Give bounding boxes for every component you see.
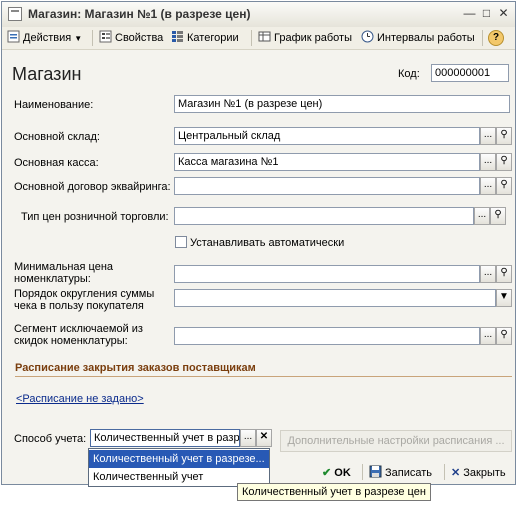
accounting-select-button[interactable]: ... [240, 429, 256, 447]
search-icon[interactable]: ⚲ [496, 265, 512, 283]
window-title: Магазин: Магазин №1 (в разрезе цен) [28, 7, 251, 21]
check-icon: ✔ [322, 467, 332, 479]
code-field[interactable]: 000000001 [431, 64, 509, 82]
search-icon[interactable]: ⚲ [496, 153, 512, 171]
properties-button[interactable]: Свойства [99, 30, 163, 46]
warehouse-select-button[interactable]: ... [480, 127, 496, 145]
intervals-label: Интервалы работы [377, 32, 475, 44]
page-title: Магазин [12, 64, 82, 84]
warehouse-field[interactable]: Центральный склад [174, 127, 480, 145]
acquiring-label: Основной договор эквайринга: [14, 181, 171, 193]
cashbox-field[interactable]: Касса магазина №1 [174, 153, 480, 171]
schedule-label: График работы [274, 32, 352, 44]
close-window-button[interactable]: ✕ [496, 7, 511, 21]
save-button[interactable]: Записать [369, 464, 432, 482]
toolbar-separator [251, 30, 252, 46]
actions-menu[interactable]: Действия ▼ [7, 30, 82, 46]
acquiring-field[interactable] [174, 177, 480, 195]
close-icon: ✕ [451, 467, 461, 479]
help-icon[interactable]: ? [488, 30, 504, 46]
search-icon[interactable]: ⚲ [490, 207, 506, 225]
table-icon [258, 31, 271, 42]
auto-set-checkbox[interactable] [175, 236, 187, 248]
properties-icon [99, 30, 112, 43]
warehouse-label: Основной склад: [14, 131, 100, 143]
rounding-label: Порядок округления суммы [14, 288, 155, 300]
segment-label-line2: скидок номенклатуры: [14, 335, 128, 347]
schedule-button[interactable]: График работы [258, 30, 352, 46]
bottom-separator [362, 464, 363, 480]
accounting-label: Способ учета: [14, 433, 87, 445]
acquiring-select-button[interactable]: ... [480, 177, 496, 195]
auto-set-label: Устанавливать автоматически [190, 237, 345, 249]
code-label: Код: [398, 68, 420, 80]
min-price-label: Минимальная цена [14, 261, 114, 273]
cashbox-select-button[interactable]: ... [480, 153, 496, 171]
min-price-select-button[interactable]: ... [480, 265, 496, 283]
save-icon [369, 465, 382, 478]
clock-icon [361, 30, 374, 43]
categories-icon [172, 31, 183, 42]
chevron-down-icon: ▼ [74, 34, 83, 43]
segment-field[interactable] [174, 327, 480, 345]
price-type-label: Тип цен розничной торговли: [21, 211, 169, 223]
segment-select-button[interactable]: ... [480, 327, 496, 345]
close-button[interactable]: ✕ Закрыть [451, 464, 506, 482]
close-label: Закрыть [463, 467, 506, 479]
schedule-link[interactable]: <Расписание не задано> [16, 393, 144, 405]
price-type-field[interactable] [174, 207, 474, 225]
form-icon [8, 7, 22, 21]
rounding-label-line2: чека в пользу покупателя [14, 300, 144, 312]
clear-icon[interactable]: ✕ [256, 429, 272, 447]
categories-label: Категории [187, 32, 239, 44]
toolbar-separator [92, 30, 93, 46]
maximize-button[interactable]: □ [479, 7, 494, 21]
chevron-down-icon[interactable]: ▼ [496, 289, 512, 307]
search-icon[interactable]: ⚲ [496, 127, 512, 145]
cashbox-label: Основная касса: [14, 157, 99, 169]
name-label: Наименование: [14, 99, 94, 111]
extra-settings-button[interactable]: Дополнительные настройки расписания ... [280, 430, 512, 452]
dropdown-option-selected[interactable]: Количественный учет в разрезе... [89, 450, 269, 468]
section-divider [15, 376, 512, 377]
toolbar-separator [482, 30, 483, 46]
rounding-select[interactable] [174, 289, 496, 307]
intervals-button[interactable]: Интервалы работы [361, 30, 475, 46]
store-form-window: Магазин: Магазин №1 (в разрезе цен) — □ … [1, 1, 516, 485]
min-price-label-line2: номенклатуры: [14, 273, 91, 285]
price-type-select-button[interactable]: ... [474, 207, 490, 225]
segment-label: Сегмент исключаемой из [14, 323, 143, 335]
actions-icon [7, 30, 20, 43]
title-bar[interactable]: Магазин: Магазин №1 (в разрезе цен) — □ … [2, 2, 515, 28]
toolbar: Действия ▼ Свойства Категории График раб… [2, 27, 515, 50]
actions-label: Действия [23, 32, 72, 44]
save-label: Записать [385, 467, 433, 479]
ok-label: OK [334, 467, 351, 479]
min-price-field[interactable] [174, 265, 480, 283]
properties-label: Свойства [115, 32, 164, 44]
name-field[interactable]: Магазин №1 (в разрезе цен) [174, 95, 510, 113]
bottom-separator [444, 464, 445, 480]
search-icon[interactable]: ⚲ [496, 177, 512, 195]
tooltip: Количественный учет в разрезе цен [237, 483, 431, 501]
schedule-section-title: Расписание закрытия заказов поставщикам [15, 362, 256, 374]
accounting-field[interactable]: Количественный учет в разрезе цен [90, 429, 240, 447]
accounting-dropdown-list: Количественный учет в разрезе... Количес… [88, 448, 270, 487]
categories-button[interactable]: Категории [171, 30, 239, 46]
ok-button[interactable]: ✔ OK [322, 464, 351, 482]
search-icon[interactable]: ⚲ [496, 327, 512, 345]
minimize-button[interactable]: — [462, 7, 477, 21]
